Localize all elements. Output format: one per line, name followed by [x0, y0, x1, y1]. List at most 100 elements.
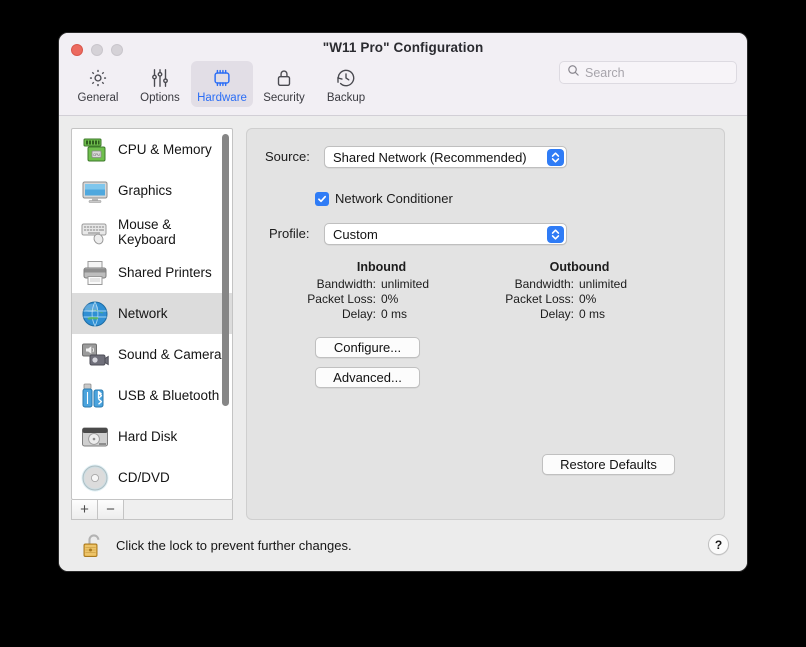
outbound-column: Outbound Bandwidth: unlimited Packet Los… — [487, 260, 672, 322]
window-title: "W11 Pro" Configuration — [322, 40, 484, 55]
stat-key: Packet Loss: — [505, 292, 574, 306]
sidebar-item-label: Network — [118, 306, 168, 321]
sidebar-item-mouse-keyboard[interactable]: Mouse & Keyboard — [72, 211, 232, 252]
sidebar-scrollbar[interactable] — [222, 134, 229, 496]
network-conditioner-row[interactable]: Network Conditioner — [315, 191, 453, 206]
stat-key: Bandwidth: — [316, 277, 376, 291]
stat-row: Bandwidth: unlimited — [487, 277, 672, 292]
cpu-chip-icon — [193, 65, 251, 91]
stat-value: 0 ms — [381, 307, 408, 321]
tab-general[interactable]: General — [67, 61, 129, 107]
usb-bluetooth-icon — [80, 381, 110, 411]
sidebar-scrollbar-thumb[interactable] — [222, 134, 229, 406]
open-padlock-icon[interactable] — [81, 532, 107, 560]
chevron-updown-icon — [547, 149, 564, 166]
tab-general-label: General — [77, 92, 119, 104]
stat-row: Packet Loss: 0% — [289, 292, 474, 307]
sidebar-item-hard-disk[interactable]: Hard Disk — [72, 416, 232, 457]
profile-dropdown[interactable]: Custom — [324, 223, 567, 245]
tab-security-label: Security — [263, 92, 305, 104]
configuration-window: "W11 Pro" Configuration General Options … — [58, 32, 748, 572]
tab-backup-label: Backup — [326, 92, 366, 104]
sidebar-item-cpu-memory[interactable]: CPU CPU & Memory — [72, 129, 232, 170]
stat-value: 0% — [579, 292, 597, 306]
sidebar-item-label: Sound & Camera — [118, 347, 222, 362]
remove-device-button[interactable]: − — [98, 500, 124, 519]
window-toolbar: "W11 Pro" Configuration General Options … — [59, 33, 747, 116]
keyboard-icon — [80, 217, 110, 247]
stat-value: unlimited — [579, 277, 628, 291]
sidebar-item-usb-bluetooth[interactable]: USB & Bluetooth — [72, 375, 232, 416]
memory-chip-icon: CPU — [80, 135, 110, 165]
optical-disc-icon — [80, 463, 110, 493]
tab-backup[interactable]: Backup — [315, 61, 377, 107]
add-device-button[interactable]: + — [72, 500, 98, 519]
sidebar-footer-spacer — [124, 500, 232, 519]
sidebar-item-cd-dvd[interactable]: CD/DVD — [72, 457, 232, 498]
window-body: CPU CPU & Memory Graphics Mouse & Keyboa… — [59, 116, 747, 571]
sidebar-item-label: CD/DVD — [118, 470, 170, 485]
chevron-updown-icon — [547, 226, 564, 243]
source-value: Shared Network (Recommended) — [333, 149, 527, 165]
stat-row: Delay: 0 ms — [487, 307, 672, 322]
lock-icon — [255, 65, 313, 91]
stat-key: Bandwidth: — [514, 277, 574, 291]
sidebar-item-network[interactable]: Network — [72, 293, 232, 334]
search-placeholder: Search — [585, 65, 625, 80]
stat-value: unlimited — [381, 277, 430, 291]
sidebar-item-label: Shared Printers — [118, 265, 212, 280]
profile-value: Custom — [333, 226, 378, 242]
sidebar-item-graphics[interactable]: Graphics — [72, 170, 232, 211]
lock-bar: Click the lock to prevent further change… — [71, 530, 737, 561]
sidebar-footer: + − — [71, 500, 233, 520]
search-field[interactable]: Search — [559, 61, 737, 84]
network-conditioner-checkbox[interactable] — [315, 191, 329, 206]
search-icon — [567, 64, 580, 82]
network-conditioner-label: Network Conditioner — [335, 191, 453, 206]
source-dropdown[interactable]: Shared Network (Recommended) — [324, 146, 567, 168]
tab-hardware-label: Hardware — [197, 92, 247, 104]
sidebar-item-sound-camera[interactable]: Sound & Camera — [72, 334, 232, 375]
stat-key: Delay: — [539, 307, 574, 321]
hard-disk-icon — [80, 422, 110, 452]
stat-row: Delay: 0 ms — [289, 307, 474, 322]
svg-text:CPU: CPU — [93, 152, 100, 156]
display-icon — [80, 176, 110, 206]
advanced-button[interactable]: Advanced... — [315, 367, 420, 388]
configure-button[interactable]: Configure... — [315, 337, 420, 358]
sidebar-item-label: CPU & Memory — [118, 142, 212, 157]
sidebar-item-label: Hard Disk — [118, 429, 178, 444]
stat-value: 0 ms — [579, 307, 606, 321]
toolbar-tabs: General Options Hardware Security Backup — [67, 61, 377, 107]
tab-security[interactable]: Security — [253, 61, 315, 107]
lock-bar-text: Click the lock to prevent further change… — [116, 538, 352, 553]
source-label: Source: — [265, 149, 310, 164]
printer-icon — [80, 258, 110, 288]
stat-key: Delay: — [341, 307, 376, 321]
sidebar-item-shared-printers[interactable]: Shared Printers — [72, 252, 232, 293]
tab-options[interactable]: Options — [129, 61, 191, 107]
restore-defaults-button[interactable]: Restore Defaults — [542, 454, 675, 475]
network-settings-pane: Source: Shared Network (Recommended) Net… — [246, 128, 725, 520]
device-sidebar[interactable]: CPU CPU & Memory Graphics Mouse & Keyboa… — [71, 128, 233, 500]
gear-icon — [69, 65, 127, 91]
profile-row: Profile: — [269, 226, 309, 241]
stat-row: Bandwidth: unlimited — [289, 277, 474, 292]
profile-label: Profile: — [269, 226, 310, 241]
stat-key: Packet Loss: — [307, 292, 376, 306]
help-button[interactable]: ? — [708, 534, 729, 555]
tab-options-label: Options — [140, 92, 180, 104]
speaker-camera-icon — [80, 340, 110, 370]
globe-icon — [80, 299, 110, 329]
source-row: Source: — [265, 149, 310, 164]
outbound-heading: Outbound — [549, 260, 610, 274]
sliders-icon — [131, 65, 189, 91]
sidebar-item-label: USB & Bluetooth — [118, 388, 220, 403]
clock-arrow-icon — [317, 65, 375, 91]
tab-hardware[interactable]: Hardware — [191, 61, 253, 107]
sidebar-item-label: Graphics — [118, 183, 173, 198]
stat-row: Packet Loss: 0% — [487, 292, 672, 307]
inbound-column: Inbound Bandwidth: unlimited Packet Loss… — [289, 260, 474, 322]
stat-value: 0% — [381, 292, 399, 306]
inbound-heading: Inbound — [356, 260, 407, 274]
